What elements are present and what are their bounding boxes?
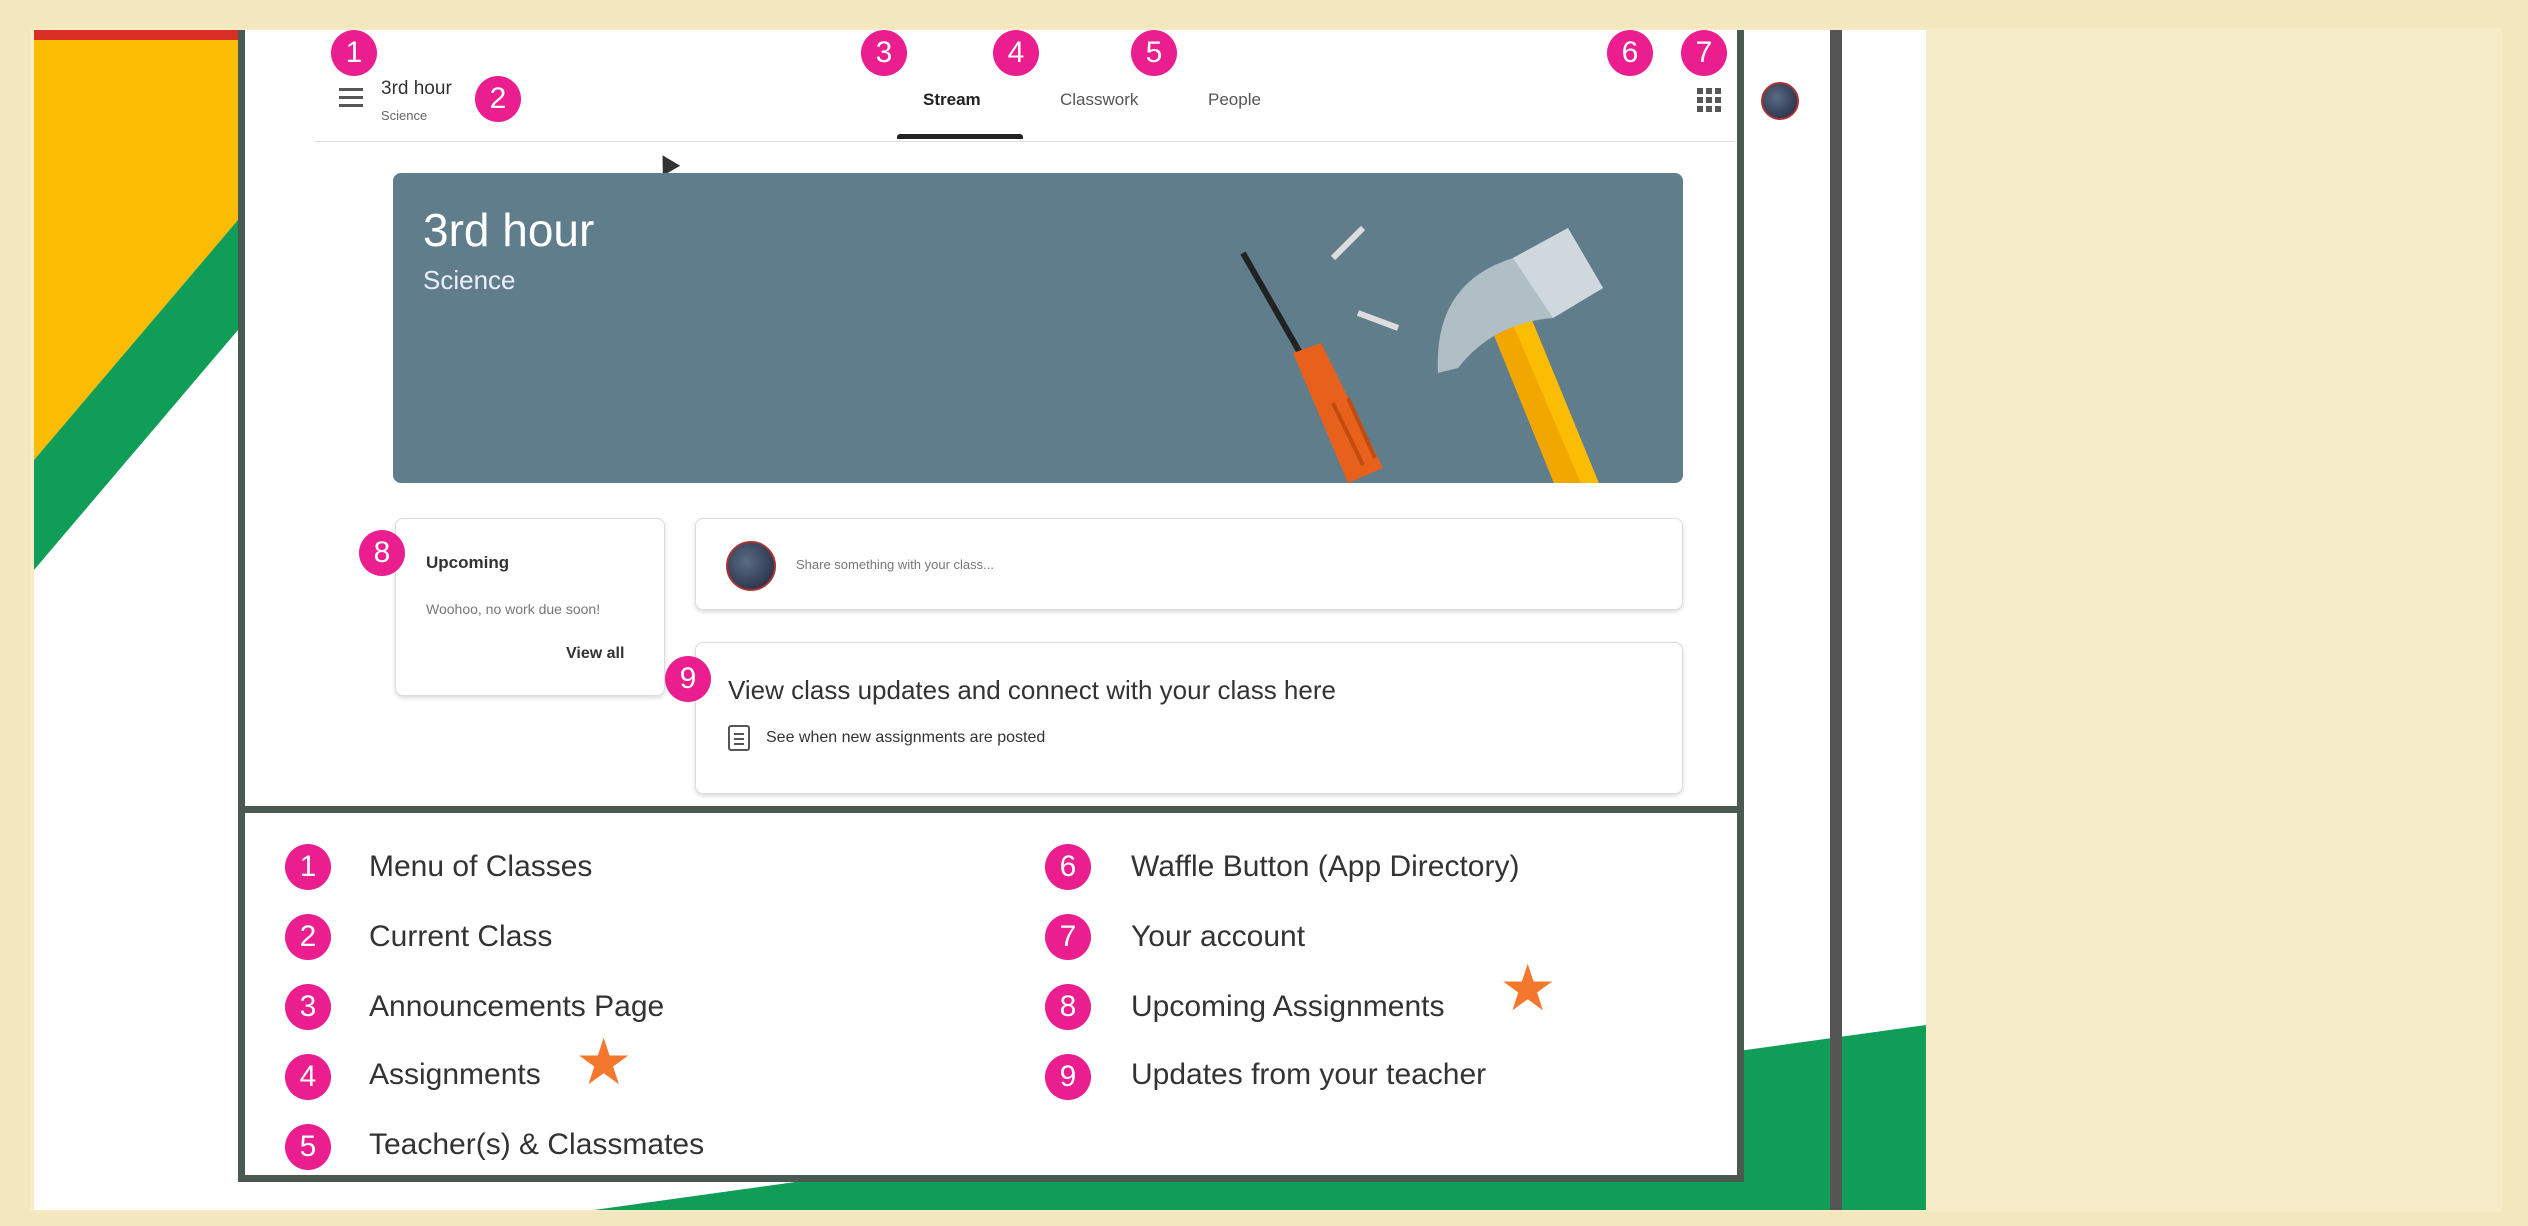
legend-badge-6: 6 xyxy=(1045,844,1091,890)
legend-label-3: Announcements Page xyxy=(369,990,665,1023)
legend-badge-9: 9 xyxy=(1045,1054,1091,1100)
screwdriver-icon xyxy=(1240,251,1383,483)
callout-badge-4: 4 xyxy=(993,30,1039,76)
panel-divider xyxy=(245,806,1737,813)
classroom-panel: 3rd hour Science Stream Classwork People… xyxy=(238,30,1799,1182)
mouse-cursor-icon xyxy=(653,150,681,176)
callout-badge-9: 9 xyxy=(665,656,711,702)
legend-label-1: Menu of Classes xyxy=(369,850,593,883)
class-name[interactable]: 3rd hour xyxy=(381,78,452,100)
legend-badge-8: 8 xyxy=(1045,984,1091,1030)
callout-badge-7: 7 xyxy=(1681,30,1727,76)
star-icon: ★ xyxy=(575,1026,633,1098)
banner-title: 3rd hour xyxy=(423,204,595,256)
share-card[interactable]: Share something with your class... xyxy=(695,518,1683,610)
legend-badge-2: 2 xyxy=(285,914,331,960)
callout-badge-2: 2 xyxy=(475,76,521,122)
legend-label-7: Your account xyxy=(1131,920,1306,953)
class-subject: Science xyxy=(381,108,428,123)
view-all-link[interactable]: View all xyxy=(566,645,624,663)
callout-badge-5: 5 xyxy=(1131,30,1177,76)
legend-label-9: Updates from your teacher xyxy=(1131,1058,1487,1091)
tools-illustration xyxy=(1240,225,1603,483)
legend-label-5: Teacher(s) & Classmates xyxy=(369,1128,705,1161)
tab-people[interactable]: People xyxy=(1208,90,1261,110)
callout-badge-8: 8 xyxy=(359,530,405,576)
legend-label-6: Waffle Button (App Directory) xyxy=(1131,850,1520,883)
apps-icon[interactable] xyxy=(1697,88,1721,112)
vertical-divider xyxy=(1830,30,1842,1210)
tab-stream[interactable]: Stream xyxy=(923,90,981,110)
tab-classwork[interactable]: Classwork xyxy=(1060,90,1138,110)
legend-badge-1: 1 xyxy=(285,844,331,890)
legend-badge-3: 3 xyxy=(285,984,331,1030)
avatar-icon xyxy=(726,541,776,591)
doc-icon xyxy=(728,725,750,751)
updates-subtitle: See when new assignments are posted xyxy=(766,729,1046,746)
active-tab-indicator xyxy=(897,134,1023,139)
share-input[interactable]: Share something with your class... xyxy=(796,557,994,572)
banner-subtitle: Science xyxy=(423,265,516,295)
class-banner: 3rd hour Science xyxy=(393,173,1683,483)
callout-badge-1: 1 xyxy=(331,30,377,76)
account-avatar[interactable] xyxy=(1761,82,1799,120)
right-panel xyxy=(1926,30,2496,1210)
screw-icon xyxy=(1330,225,1400,331)
legend-badge-4: 4 xyxy=(285,1054,331,1100)
class-updates-card: View class updates and connect with your… xyxy=(695,642,1683,794)
upcoming-card: Upcoming Woohoo, no work due soon! View … xyxy=(395,518,665,696)
menu-icon[interactable] xyxy=(339,88,363,107)
legend-badge-5: 5 xyxy=(285,1124,331,1170)
legend-label-8: Upcoming Assignments xyxy=(1131,990,1445,1023)
updates-title: View class updates and connect with your… xyxy=(728,675,1336,705)
legend-label-2: Current Class xyxy=(369,920,553,953)
star-icon: ★ xyxy=(1499,952,1557,1024)
upcoming-title: Upcoming xyxy=(426,553,510,572)
legend-badge-7: 7 xyxy=(1045,914,1091,960)
callout-badge-3: 3 xyxy=(861,30,907,76)
callout-badge-6: 6 xyxy=(1607,30,1653,76)
legend-label-4: Assignments xyxy=(369,1058,541,1091)
upcoming-text: Woohoo, no work due soon! xyxy=(426,601,601,617)
hammer-icon xyxy=(1437,228,1603,483)
